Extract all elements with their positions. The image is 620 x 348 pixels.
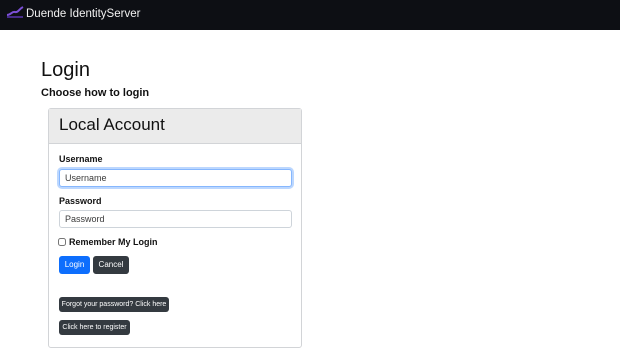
username-label: Username [59,154,103,164]
remember-login-checkbox[interactable] [58,238,66,246]
remember-login-label[interactable]: Remember My Login [69,237,158,247]
navbar: Duende IdentityServer [0,0,620,30]
cancel-button[interactable]: Cancel [93,256,129,274]
username-field[interactable] [59,169,292,187]
password-field[interactable] [59,210,292,228]
page-subtitle: Choose how to login [41,87,150,99]
password-label: Password [59,196,102,206]
card-header: Local Account [49,109,301,144]
register-button[interactable]: Click here to register [59,320,130,335]
page-title: Login [41,59,90,81]
login-button[interactable]: Login [59,256,90,274]
forgot-password-button[interactable]: Forgot your password? Click here [59,297,169,312]
local-account-card: Local Account Username Password Remember… [48,108,302,348]
duende-logo-icon [6,6,24,18]
brand-title[interactable]: Duende IdentityServer [26,8,140,20]
